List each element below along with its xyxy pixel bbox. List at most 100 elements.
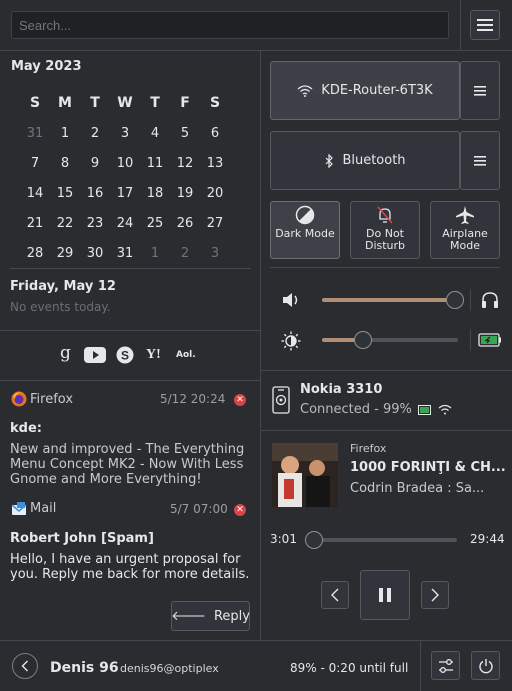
calendar-day[interactable]: 28 (20, 246, 50, 261)
calendar-day[interactable]: 13 (200, 156, 230, 171)
dark-mode-icon (295, 205, 315, 225)
speaker-icon[interactable] (281, 291, 301, 313)
bluetooth-menu-button[interactable] (460, 131, 500, 190)
calendar-week: 7 8 9 10 11 12 13 (20, 148, 232, 178)
volume-fill (322, 298, 455, 302)
back-button[interactable] (12, 653, 38, 679)
calendar-day[interactable]: 24 (110, 216, 140, 231)
bluetooth-button[interactable]: Bluetooth (270, 131, 460, 190)
youtube-icon[interactable] (84, 347, 106, 367)
events-divider (0, 330, 260, 331)
svg-text:S: S (121, 349, 129, 363)
notification-time: 5/12 20:24 (160, 392, 226, 406)
calendar-day[interactable]: 20 (200, 186, 230, 201)
calendar-day[interactable]: 19 (170, 186, 200, 201)
search-input[interactable] (11, 11, 449, 39)
pause-icon (379, 588, 391, 602)
weekday-label: T (150, 95, 160, 111)
calendar-day[interactable]: 23 (80, 216, 110, 231)
settings-button[interactable] (431, 651, 460, 680)
calendar-day[interactable]: 1 (140, 246, 170, 261)
calendar-day[interactable]: 14 (20, 186, 50, 201)
dark-mode-toggle[interactable]: Dark Mode (270, 201, 340, 259)
skype-icon[interactable]: S (116, 346, 134, 368)
calendar-day[interactable]: 8 (50, 156, 80, 171)
pause-button[interactable] (360, 570, 410, 620)
calendar-day[interactable]: 21 (20, 216, 50, 231)
brightness-handle[interactable] (354, 331, 372, 349)
calendar-day[interactable]: 25 (140, 216, 170, 231)
calendar-day[interactable]: 27 (200, 216, 230, 231)
google-icon[interactable]: g (60, 343, 71, 363)
do-not-disturb-toggle[interactable]: Do Not Disturb (350, 201, 420, 259)
volume-handle[interactable] (446, 291, 464, 309)
close-icon[interactable]: ✕ (234, 504, 246, 516)
calendar-day[interactable]: 30 (80, 246, 110, 261)
power-button[interactable] (471, 651, 500, 680)
header-vdivider (460, 0, 461, 50)
calendar-day[interactable]: 15 (50, 186, 80, 201)
footer-divider (0, 640, 512, 641)
weekday-header: S M T W T F S (20, 88, 232, 118)
wifi-button[interactable]: KDE-Router-6T3K (270, 61, 460, 120)
aol-icon[interactable]: Aol. (176, 350, 196, 360)
notification-title: Robert John [Spam] (10, 531, 154, 546)
media-seek-handle[interactable] (305, 531, 323, 549)
bluetooth-label: Bluetooth (342, 153, 406, 168)
calendar-day[interactable]: 3 (200, 246, 230, 261)
media-seek-slider[interactable] (305, 531, 457, 549)
footer-vdivider (420, 640, 421, 691)
weekday-label: S (209, 95, 221, 111)
wifi-menu-button[interactable] (460, 61, 500, 120)
calendar-day[interactable]: 6 (200, 126, 230, 141)
calendar-day[interactable]: 12 (170, 156, 200, 171)
calendar-day[interactable]: 9 (80, 156, 110, 171)
toggle-label: Airplane Mode (442, 227, 488, 252)
media-app-name: Firefox (350, 442, 387, 455)
calendar-day[interactable]: 29 (50, 246, 80, 261)
calendar-divider (10, 268, 251, 269)
calendar-day[interactable]: 31 (110, 246, 140, 261)
previous-button[interactable] (321, 581, 349, 609)
reply-button[interactable]: 🡐 Reply (171, 601, 250, 631)
calendar-day[interactable]: 3 (110, 126, 140, 141)
wifi-icon (297, 85, 313, 97)
calendar-day[interactable]: 31 (20, 126, 50, 141)
hamburger-menu-button[interactable] (470, 10, 500, 40)
close-icon[interactable]: ✕ (234, 394, 246, 406)
next-button[interactable] (421, 581, 449, 609)
calendar-day[interactable]: 10 (110, 156, 140, 171)
calendar-day[interactable]: 26 (170, 216, 200, 231)
calendar-day[interactable]: 2 (170, 246, 200, 261)
arrow-left-icon: 🡐 (171, 609, 206, 624)
bell-off-icon (377, 206, 393, 224)
volume-slider[interactable] (322, 291, 464, 309)
calendar-day[interactable]: 5 (170, 126, 200, 141)
toggle-label: Do Not Disturb (364, 227, 406, 252)
calendar-day[interactable]: 1 (50, 126, 80, 141)
calendar-day[interactable]: 18 (140, 186, 170, 201)
calendar-day[interactable]: 16 (80, 186, 110, 201)
calendar-day[interactable]: 11 (140, 156, 170, 171)
media-elapsed: 3:01 (270, 532, 297, 546)
slider-separator (470, 289, 471, 311)
calendar-week: 21 22 23 24 25 26 27 (20, 208, 232, 238)
chevron-left-icon (331, 588, 339, 602)
calendar-day[interactable]: 22 (50, 216, 80, 231)
airplane-mode-toggle[interactable]: Airplane Mode (430, 201, 500, 259)
weekday-label: W (117, 95, 133, 111)
yahoo-icon[interactable]: Y! (146, 347, 161, 363)
media-artist: Codrin Bradea : Sa... (350, 481, 485, 496)
social-divider (0, 380, 260, 381)
battery-charging-icon (478, 333, 502, 351)
reply-label: Reply (213, 608, 250, 624)
calendar-day[interactable]: 4 (140, 126, 170, 141)
brightness-icon[interactable] (281, 331, 301, 355)
calendar-day[interactable]: 7 (20, 156, 50, 171)
headphones-icon[interactable] (480, 291, 500, 313)
calendar-day[interactable]: 2 (80, 126, 110, 141)
calendar-day[interactable]: 17 (110, 186, 140, 201)
brightness-slider[interactable] (322, 331, 458, 349)
wifi-network-name: KDE-Router-6T3K (321, 83, 433, 98)
calendar-month[interactable]: May 2023 (11, 59, 82, 74)
